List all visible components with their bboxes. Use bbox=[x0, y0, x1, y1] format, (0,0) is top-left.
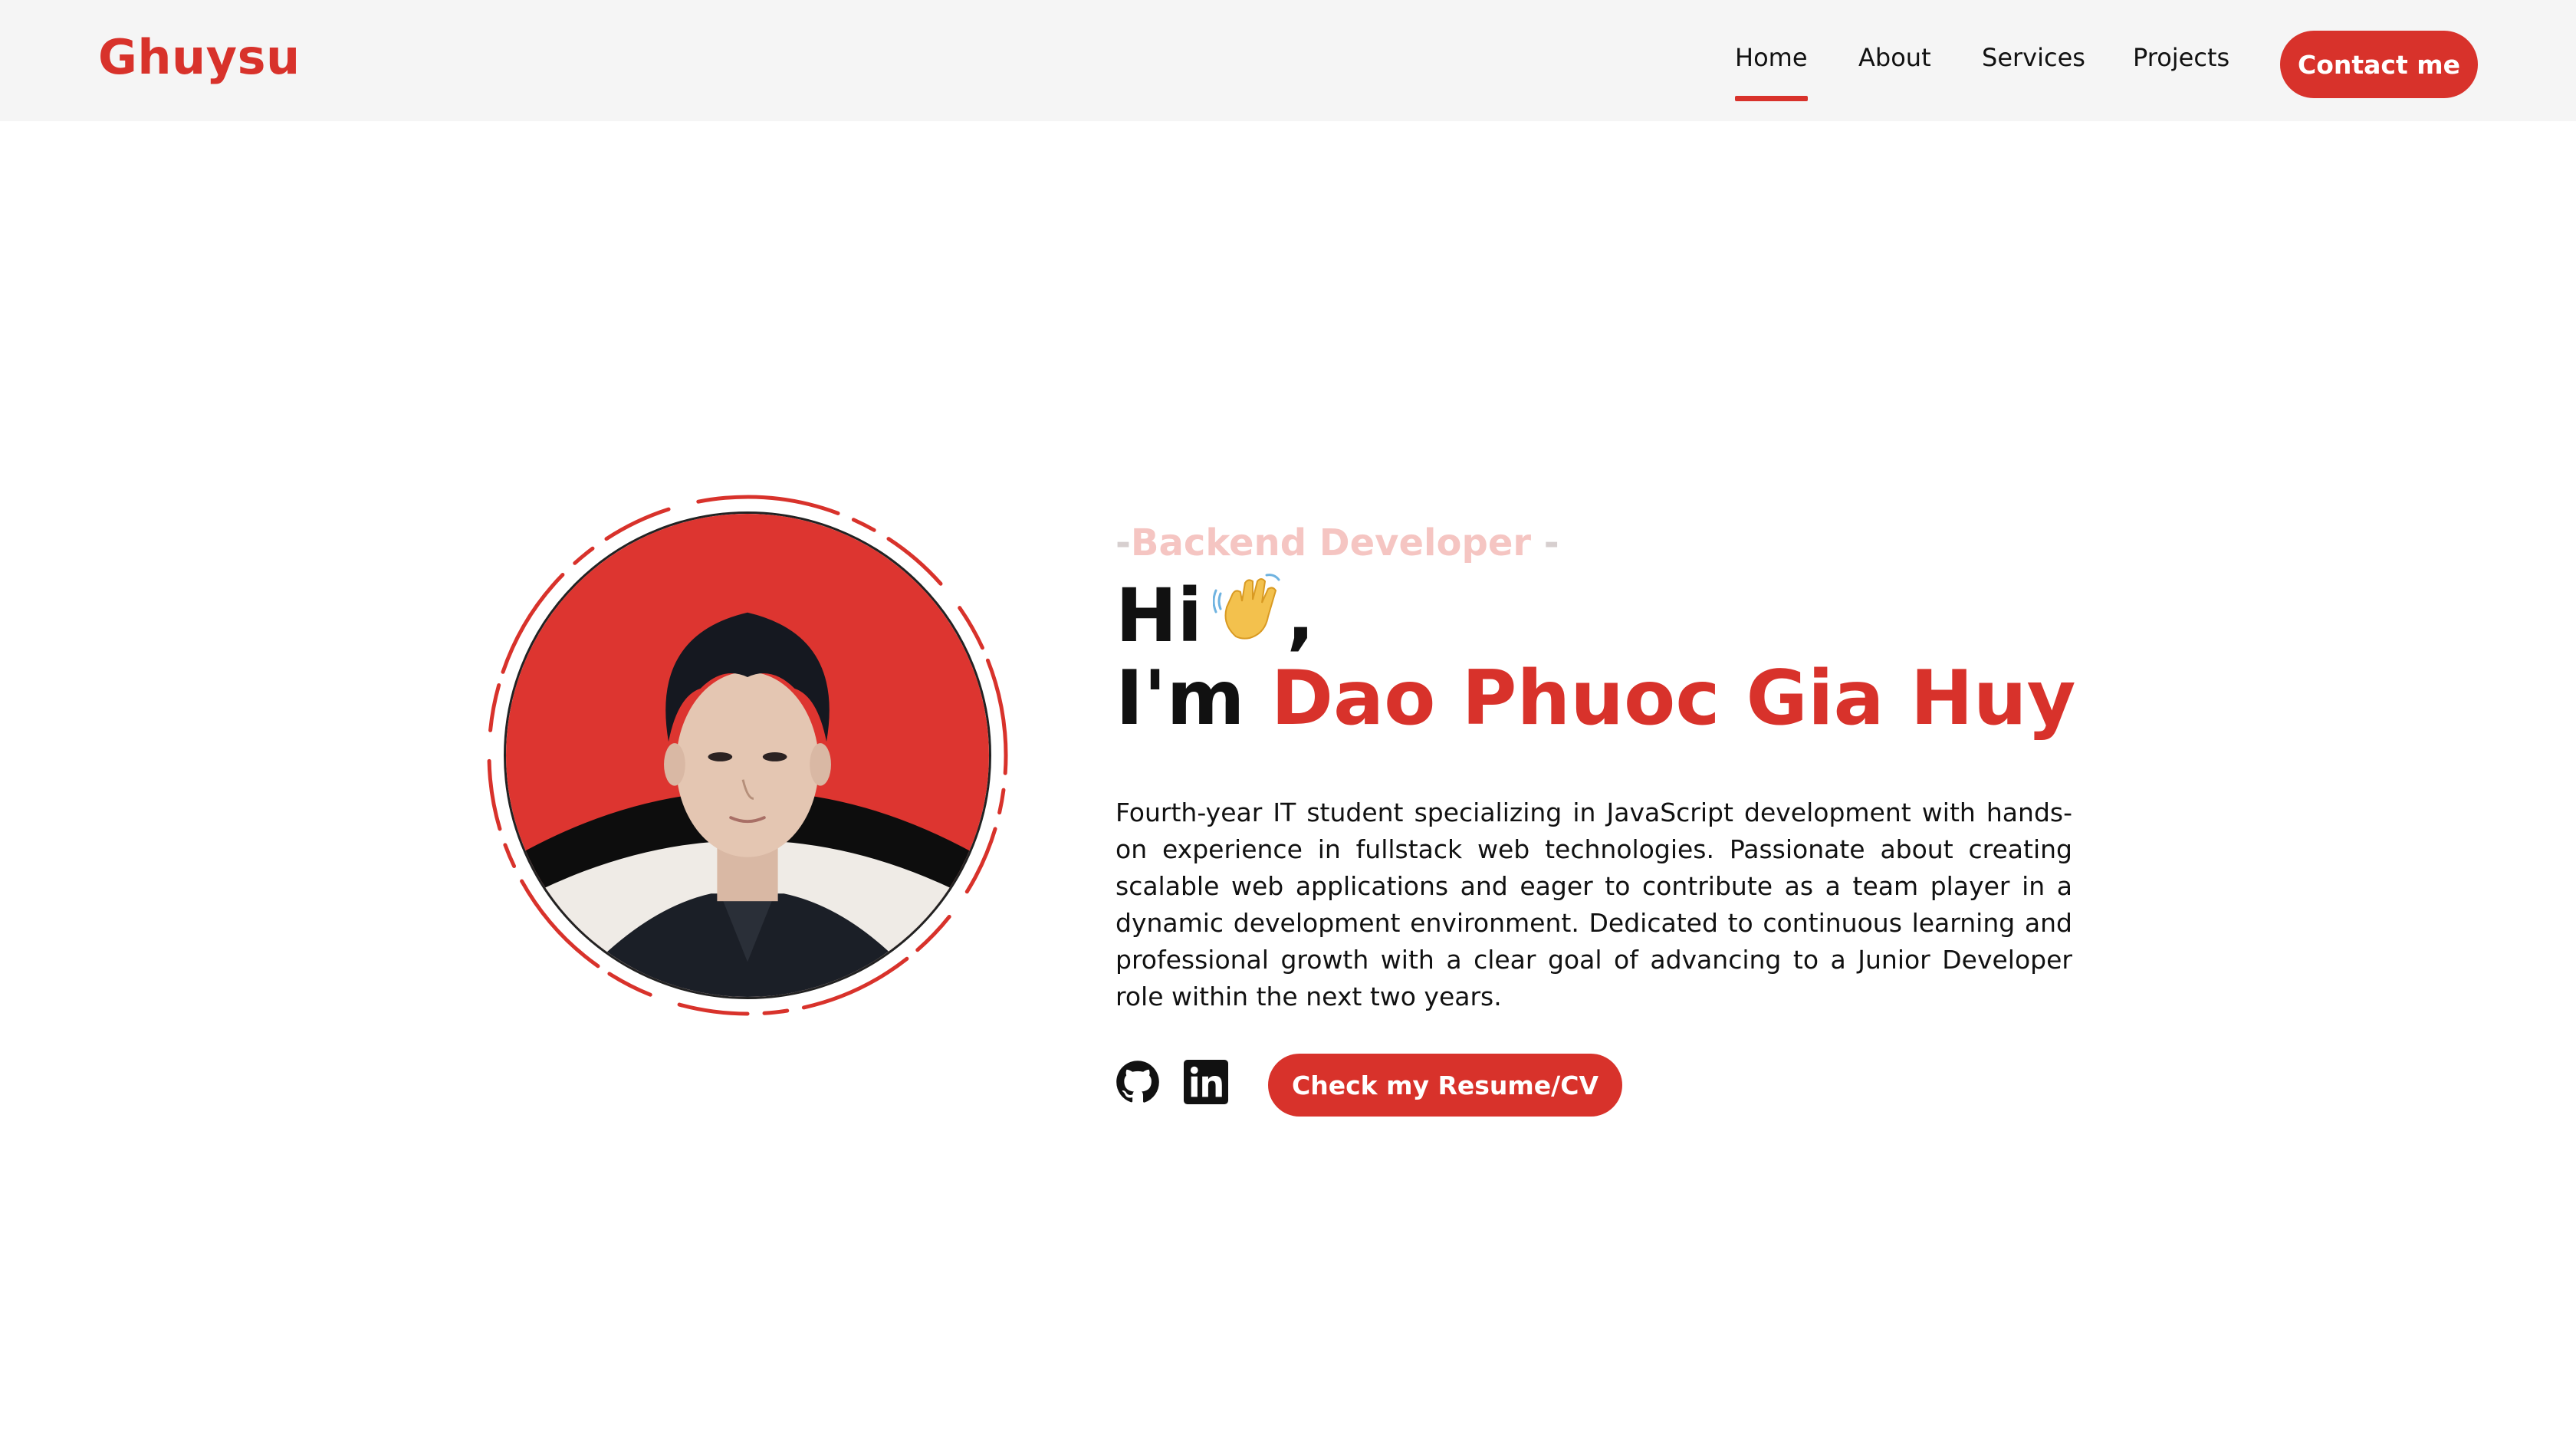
greeting-comma: , bbox=[1286, 573, 1315, 659]
name-prefix: I'm bbox=[1116, 655, 1271, 742]
greeting-text: Hi bbox=[1116, 573, 1203, 659]
linkedin-icon[interactable] bbox=[1184, 1060, 1228, 1104]
resume-cv-button[interactable]: Check my Resume/CV bbox=[1268, 1054, 1622, 1117]
profile-avatar-container bbox=[483, 491, 1012, 1020]
nav-home[interactable]: Home bbox=[1735, 43, 1808, 101]
full-name: Dao Phuoc Gia Huy bbox=[1270, 655, 2076, 742]
role-label: Backend Developer bbox=[1130, 521, 1532, 564]
site-header: Ghuysu Home About Services Projects Cont… bbox=[0, 0, 2576, 121]
nav-about[interactable]: About bbox=[1858, 43, 1931, 72]
bio-description: Fourth-year IT student specializing in J… bbox=[1116, 798, 2072, 1011]
role-title: -Backend Developer - bbox=[1116, 521, 1559, 564]
site-logo[interactable]: Ghuysu bbox=[98, 29, 301, 85]
name-heading: I'm Dao Phuoc Gia Huy bbox=[1116, 661, 2075, 736]
nav-services[interactable]: Services bbox=[1982, 43, 2085, 72]
profile-photo bbox=[504, 511, 991, 999]
greeting-heading: Hi , bbox=[1116, 571, 1315, 656]
nav-projects[interactable]: Projects bbox=[2133, 43, 2229, 72]
waving-hand-icon bbox=[1212, 571, 1286, 656]
contact-button[interactable]: Contact me bbox=[2280, 31, 2478, 98]
profile-photo-illustration bbox=[506, 514, 989, 997]
role-dash-left: - bbox=[1116, 521, 1131, 564]
github-icon[interactable] bbox=[1116, 1060, 1160, 1104]
role-dash-right: - bbox=[1531, 521, 1559, 564]
